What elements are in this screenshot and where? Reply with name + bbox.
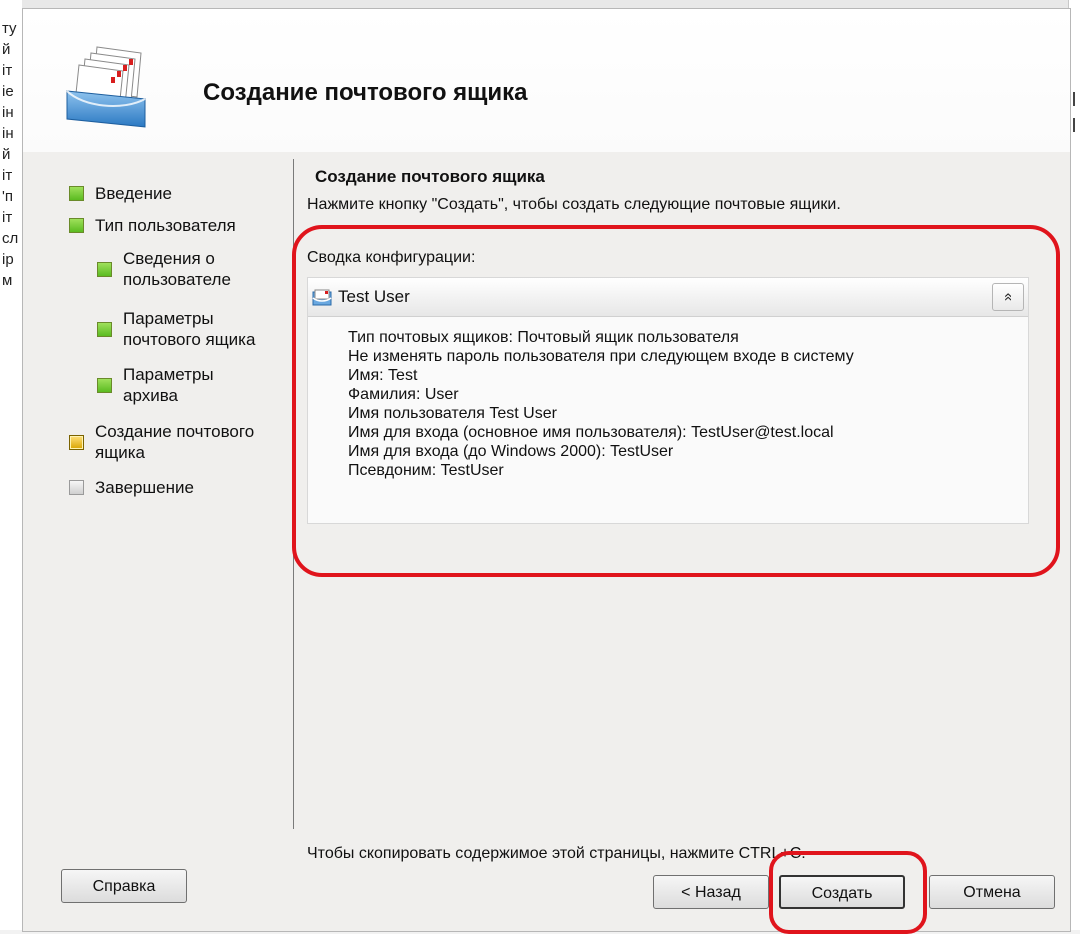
bg-text: іе [2, 83, 14, 100]
section-description: Нажмите кнопку "Создать", чтобы создать … [307, 196, 841, 213]
step-done-icon [69, 218, 84, 233]
summary-line: Имя для входа (основное имя пользователя… [348, 424, 834, 441]
step-label: Параметры почтового ящика [123, 309, 256, 349]
bg-text: й [2, 41, 11, 58]
copy-hint: Чтобы скопировать содержимое этой страни… [307, 845, 806, 862]
bg-text: іт [2, 209, 13, 226]
summary-line: Не изменять пароль пользователя при след… [348, 348, 854, 365]
step-label: Сведения о пользователе [123, 249, 231, 289]
summary-label: Сводка конфигурации: [307, 249, 476, 266]
summary-item-header[interactable]: Test User » [308, 278, 1028, 317]
step-done-icon [97, 378, 112, 393]
wizard-steps: Введение Тип пользователя Сведения о пол… [23, 152, 293, 852]
step-done-icon [97, 322, 112, 337]
bg-text: ін [2, 104, 14, 121]
help-button[interactable]: Справка [61, 869, 187, 903]
summary-line: Имя: Test [348, 367, 418, 384]
bg-mark [1073, 92, 1075, 106]
section-title: Создание почтового ящика [315, 167, 545, 186]
step-label: Параметры архива [123, 365, 214, 405]
summary-details: Тип почтовых ящиков: Почтовый ящик польз… [348, 328, 854, 480]
summary-line: Псевдоним: TestUser [348, 462, 504, 479]
mailbox-icon [66, 46, 146, 128]
wizard-header: Создание почтового ящика [23, 9, 1070, 152]
summary-line: Имя пользователя Test User [348, 405, 557, 422]
step-pending-icon [69, 480, 84, 495]
bg-mark [1073, 118, 1075, 132]
step-done-icon [97, 262, 112, 277]
bg-text: 'п [2, 188, 13, 205]
nav-divider [293, 159, 294, 829]
mail-user-icon [312, 289, 332, 306]
bg-text: іт [2, 167, 13, 184]
step-current-icon [69, 435, 84, 450]
bg-text: м [2, 272, 13, 289]
bg-text: ін [2, 125, 14, 142]
collapse-button[interactable]: » [992, 283, 1024, 311]
configuration-summary[interactable]: Test User » Тип почтовых ящиков: Почтовы… [307, 277, 1029, 524]
bg-text: ту [2, 20, 17, 37]
summary-line: Фамилия: User [348, 386, 459, 403]
summary-line: Имя для входа (до Windows 2000): TestUse… [348, 443, 674, 460]
step-done-icon [69, 186, 84, 201]
step-label: Завершение [95, 478, 194, 497]
back-button[interactable]: < Назад [653, 875, 769, 909]
chevron-up-icon: » [999, 292, 1016, 302]
summary-item-name: Test User [338, 287, 410, 306]
step-label: Введение [95, 184, 172, 203]
create-button[interactable]: Создать [779, 875, 905, 909]
step-label: Тип пользователя [95, 216, 236, 235]
wizard-title: Создание почтового ящика [203, 79, 528, 106]
new-mailbox-wizard-dialog: Создание почтового ящика Введение Тип по… [22, 8, 1071, 934]
bg-text: сл [2, 230, 19, 247]
summary-line: Тип почтовых ящиков: Почтовый ящик польз… [348, 329, 739, 346]
background-window-left: ту й іт іе ін ін й іт 'п іт сл ір м [0, 0, 22, 930]
step-label: Создание почтового ящика [95, 422, 255, 462]
cancel-button[interactable]: Отмена [929, 875, 1055, 909]
bg-text: ір [2, 251, 14, 268]
bg-text: іт [2, 62, 13, 79]
bg-text: й [2, 146, 11, 163]
